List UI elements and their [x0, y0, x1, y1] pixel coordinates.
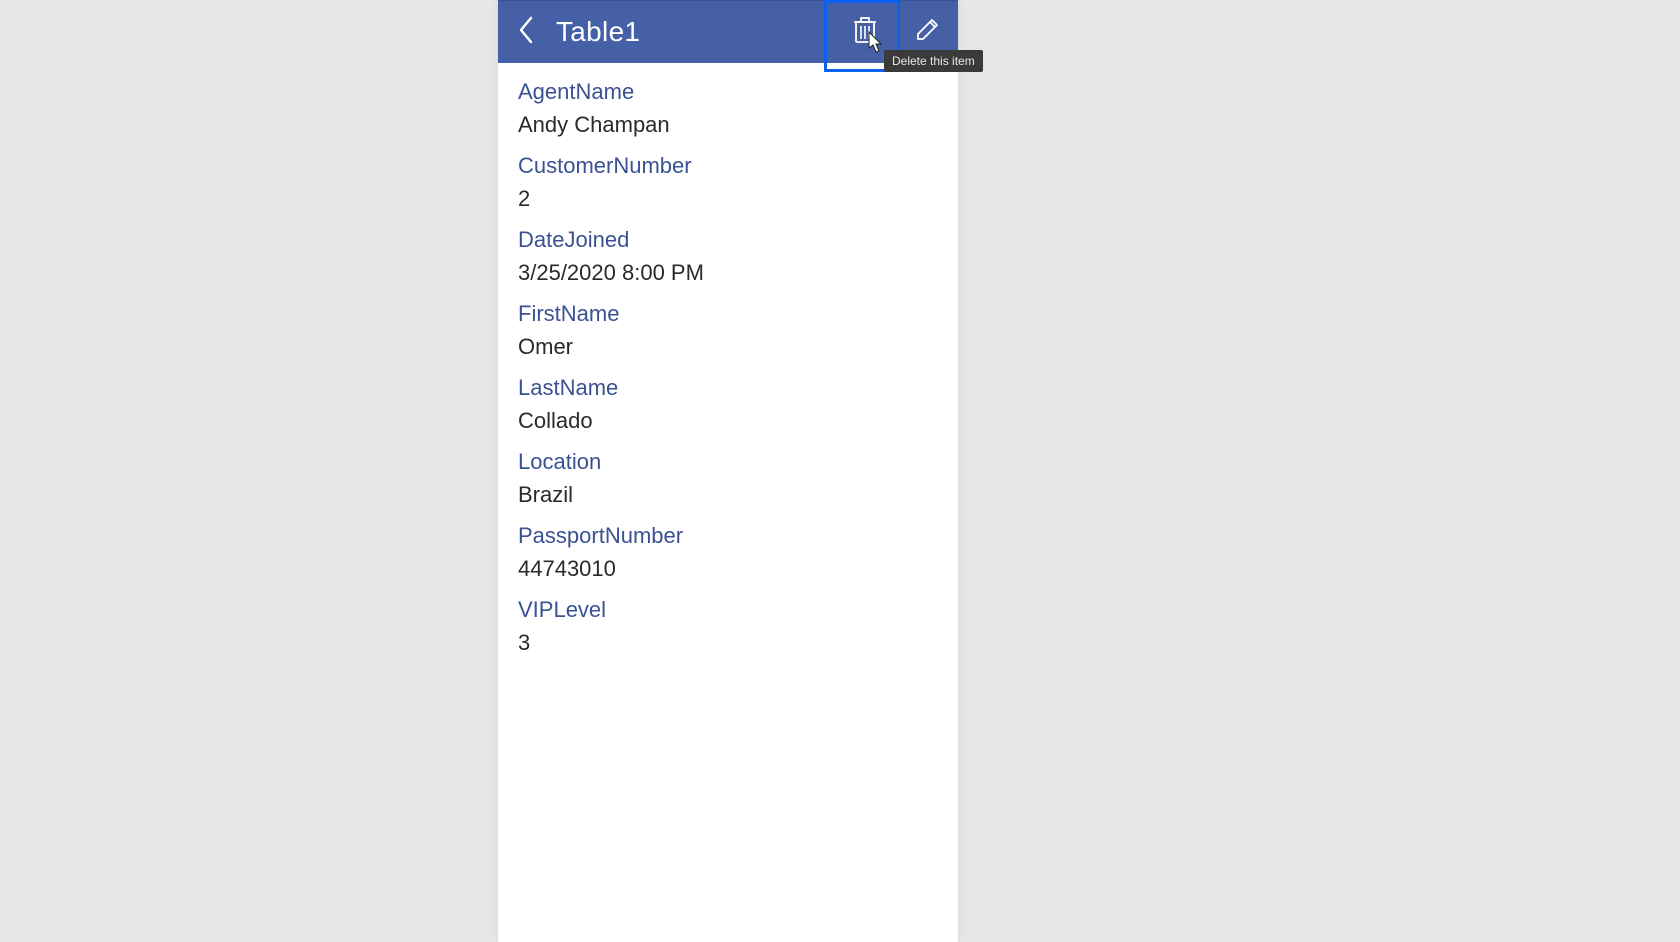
field-value: Brazil — [518, 479, 940, 511]
field-label: AgentName — [518, 77, 940, 107]
field-label: DateJoined — [518, 225, 940, 255]
field-location: Location Brazil — [518, 447, 940, 511]
field-customernumber: CustomerNumber 2 — [518, 151, 940, 215]
field-label: FirstName — [518, 299, 940, 329]
field-value: Omer — [518, 331, 940, 363]
chevron-left-icon — [517, 15, 537, 50]
field-label: CustomerNumber — [518, 151, 940, 181]
page-title: Table1 — [556, 16, 834, 48]
field-agentname: AgentName Andy Champan — [518, 77, 940, 141]
field-value: 2 — [518, 183, 940, 215]
field-value: 3/25/2020 8:00 PM — [518, 257, 940, 289]
field-label: PassportNumber — [518, 521, 940, 551]
field-label: Location — [518, 447, 940, 477]
app-frame: Table1 A — [498, 0, 958, 942]
delete-tooltip: Delete this item — [884, 50, 983, 72]
field-value: 44743010 — [518, 553, 940, 585]
trash-icon — [852, 15, 878, 50]
back-button[interactable] — [498, 1, 556, 63]
field-passportnumber: PassportNumber 44743010 — [518, 521, 940, 585]
field-label: VIPLevel — [518, 595, 940, 625]
field-datejoined: DateJoined 3/25/2020 8:00 PM — [518, 225, 940, 289]
field-lastname: LastName Collado — [518, 373, 940, 437]
field-value: 3 — [518, 627, 940, 659]
detail-form: AgentName Andy Champan CustomerNumber 2 … — [498, 63, 958, 659]
field-value: Andy Champan — [518, 109, 940, 141]
pencil-icon — [914, 15, 940, 50]
field-label: LastName — [518, 373, 940, 403]
field-viplevel: VIPLevel 3 — [518, 595, 940, 659]
field-value: Collado — [518, 405, 940, 437]
field-firstname: FirstName Omer — [518, 299, 940, 363]
